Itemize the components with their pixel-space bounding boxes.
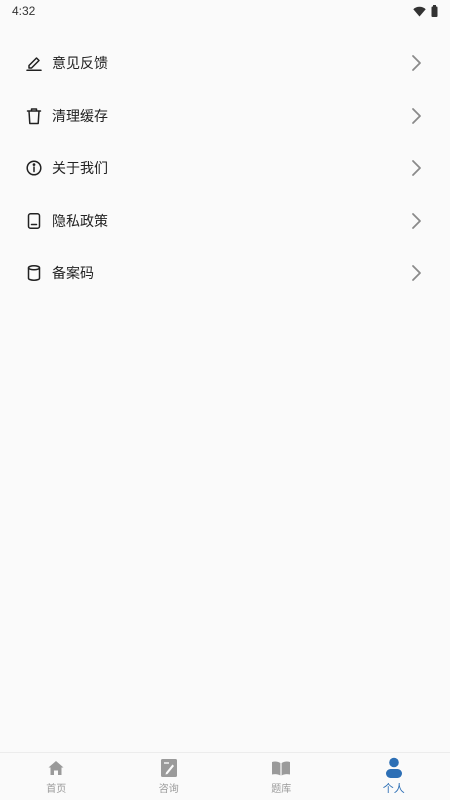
chevron-right-icon <box>412 212 421 229</box>
chevron-right-icon <box>412 160 421 177</box>
person-icon <box>384 757 404 778</box>
home-icon <box>46 758 66 778</box>
wifi-icon <box>413 6 426 16</box>
nav-label: 咨询 <box>158 784 179 795</box>
menu-item-label: 意见反馈 <box>52 56 108 73</box>
chevron-right-icon <box>412 107 421 124</box>
menu-item-label: 清理缓存 <box>52 108 108 125</box>
database-icon <box>25 264 43 282</box>
menu-item-about-us[interactable]: 关于我们 <box>0 142 450 195</box>
nav-item-question-bank[interactable]: 题库 <box>225 753 338 800</box>
menu-item-label: 备案码 <box>52 266 94 283</box>
document-icon <box>25 212 43 230</box>
info-icon <box>25 159 43 177</box>
nav-label: 个人 <box>382 781 405 795</box>
menu-item-label: 关于我们 <box>52 161 108 178</box>
chevron-right-icon <box>412 265 421 282</box>
nav-label: 首页 <box>46 784 67 795</box>
trash-icon <box>25 107 43 125</box>
edit-icon <box>25 54 43 72</box>
menu-item-clear-cache[interactable]: 清理缓存 <box>0 90 450 143</box>
menu-item-feedback[interactable]: 意见反馈 <box>0 37 450 90</box>
chevron-right-icon <box>412 55 421 72</box>
status-bar: 4:32 <box>0 0 450 22</box>
status-time: 4:32 <box>12 4 36 18</box>
menu-item-label: 隐私政策 <box>52 213 108 230</box>
settings-menu: 意见反馈 清理缓存 关于我们 隐私政策 备案码 <box>0 37 450 300</box>
nav-label: 题库 <box>271 784 292 795</box>
nav-item-profile[interactable]: 个人 <box>338 753 450 800</box>
book-icon <box>271 758 291 778</box>
bottom-nav: 首页 咨询 题库 个人 <box>0 752 450 800</box>
nav-item-consult[interactable]: 咨询 <box>113 753 226 800</box>
edit-note-icon <box>159 758 179 778</box>
menu-item-filing-code[interactable]: 备案码 <box>0 247 450 300</box>
battery-icon <box>431 5 438 17</box>
status-icons <box>413 5 438 17</box>
menu-item-privacy-policy[interactable]: 隐私政策 <box>0 195 450 248</box>
nav-item-home[interactable]: 首页 <box>0 753 113 800</box>
